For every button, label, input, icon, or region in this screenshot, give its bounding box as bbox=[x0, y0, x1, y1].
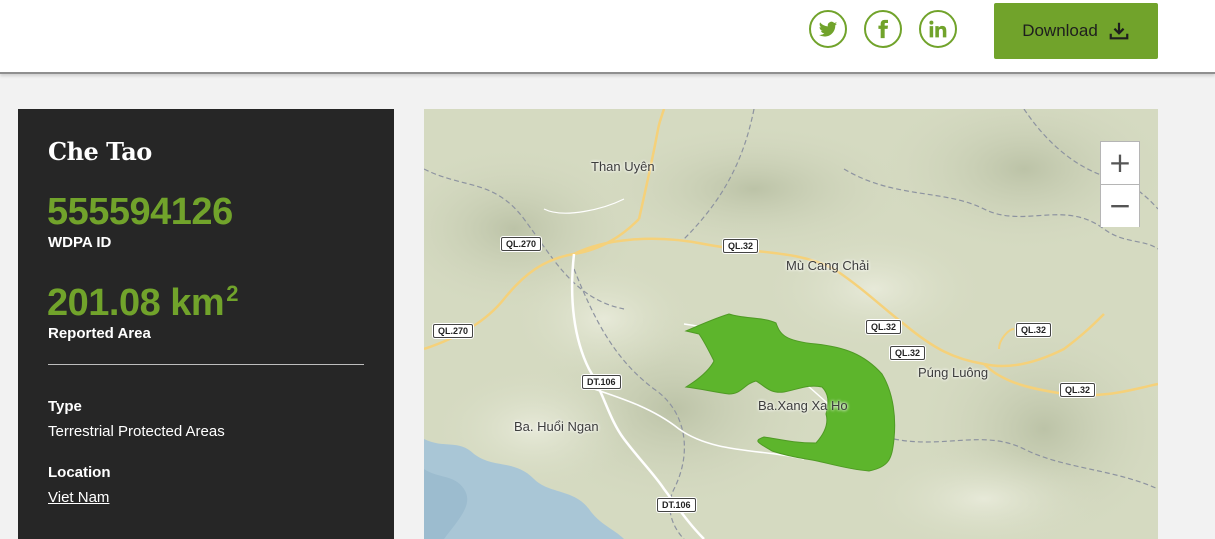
area-name: Che Tao bbox=[48, 137, 152, 166]
place-than-uyen: Than Uyên bbox=[591, 159, 655, 174]
linkedin-share-button[interactable] bbox=[919, 10, 957, 48]
type-label: Type bbox=[48, 398, 82, 415]
twitter-icon bbox=[818, 21, 838, 37]
place-pung-luong: Púng Luông bbox=[918, 365, 989, 380]
road-shield-ql32: QL.32 bbox=[723, 239, 759, 253]
road-shield-ql270: QL.270 bbox=[433, 324, 474, 338]
reported-area-value: 201.08 km2 bbox=[47, 281, 238, 325]
reported-area-number: 201.08 km bbox=[47, 282, 225, 324]
road-shield-dt106: DT.106 bbox=[582, 375, 621, 389]
location-link[interactable]: Viet Nam bbox=[48, 489, 109, 506]
map[interactable]: Than Uyên Mù Cang Chải Púng Luông Ba.Xan… bbox=[424, 109, 1158, 539]
panel-divider bbox=[48, 364, 364, 365]
download-button[interactable]: Download bbox=[994, 3, 1158, 59]
facebook-share-button[interactable] bbox=[864, 10, 902, 48]
place-mu-cang-chai: Mù Cang Chải bbox=[786, 258, 870, 273]
road-shield-ql270: QL.270 bbox=[501, 237, 542, 251]
road-shield-ql32: QL.32 bbox=[890, 346, 926, 360]
place-ba-huoi-ngan: Ba. Huổi Ngan bbox=[514, 419, 599, 434]
area-unit-superscript: 2 bbox=[226, 281, 238, 306]
protected-area-panel: Che Tao 555594126 WDPA ID 201.08 km2 Rep… bbox=[18, 109, 394, 539]
facebook-icon bbox=[878, 19, 888, 39]
download-icon bbox=[1109, 22, 1129, 40]
zoom-controls: + − bbox=[1100, 141, 1140, 227]
road-shield-ql32: QL.32 bbox=[1016, 323, 1052, 337]
download-label: Download bbox=[1022, 21, 1098, 40]
road-shield-ql32: QL.32 bbox=[866, 320, 902, 334]
wdpa-id-label: WDPA ID bbox=[48, 234, 112, 251]
location-label: Location bbox=[48, 464, 111, 481]
top-bar: Download bbox=[0, 0, 1215, 74]
road-shield-dt106: DT.106 bbox=[657, 498, 696, 512]
road-shield-ql32: QL.32 bbox=[1060, 383, 1096, 397]
zoom-in-button[interactable]: + bbox=[1101, 142, 1139, 184]
linkedin-icon bbox=[929, 20, 947, 38]
place-ba-xang-xa-ho: Ba.Xang Xa Ho bbox=[758, 398, 848, 413]
reported-area-label: Reported Area bbox=[48, 325, 151, 342]
type-value: Terrestrial Protected Areas bbox=[48, 423, 225, 440]
zoom-out-button[interactable]: − bbox=[1101, 185, 1139, 227]
twitter-share-button[interactable] bbox=[809, 10, 847, 48]
wdpa-id-value: 555594126 bbox=[47, 191, 233, 233]
